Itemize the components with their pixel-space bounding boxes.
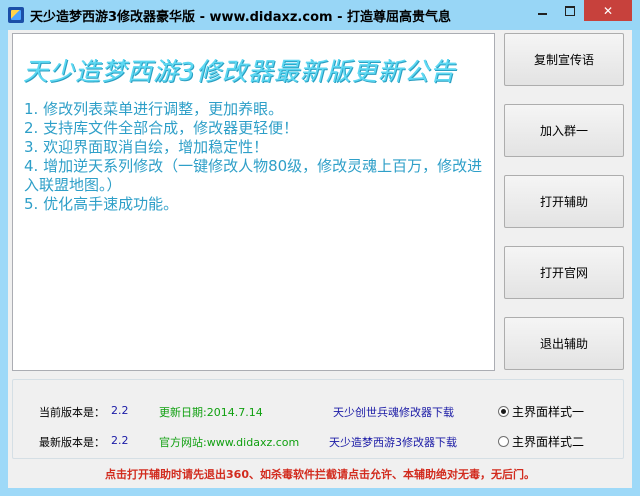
exit-helper-button[interactable]: 退出辅助 — [504, 317, 624, 370]
announcement-list: 1. 修改列表菜单进行调整，更加养眼。 2. 支持库文件全部合成，修改器更轻便！… — [24, 100, 488, 214]
maximize-icon — [565, 5, 575, 16]
join-group-button[interactable]: 加入群一 — [504, 104, 624, 157]
app-window: 天少造梦西游3修改器豪华版 - www.didaxz.com - 打造尊屈高贵气… — [0, 0, 640, 496]
style-option-2-label: 主界面样式二 — [512, 435, 585, 449]
style-option-2[interactable]: 主界面样式二 — [498, 433, 584, 450]
style-option-1[interactable]: 主界面样式一 — [498, 403, 584, 420]
announcement-item: 3. 欢迎界面取消自绘，增加稳定性！ — [24, 138, 269, 156]
version-info-panel: 当前版本是： 2.2 最新版本是： 2.2 更新日期:2014.7.14 官方网… — [12, 379, 624, 459]
footer-notice: 点击打开辅助时请先退出360、如杀毒软件拦截请点击允许、本辅助绝对无毒，无后门。 — [105, 468, 535, 481]
open-official-site-button[interactable]: 打开官网 — [504, 246, 624, 299]
announcement-headline: 天少造梦西游3修改器最新版更新公告 — [23, 57, 456, 86]
maximize-button[interactable] — [556, 0, 584, 21]
radio-checked-icon[interactable] — [498, 406, 509, 417]
download-link-xiyou3[interactable]: 天少造梦西游3修改器下载 — [329, 434, 457, 450]
announcement-item: 2. 支持库文件全部合成，修改器更轻便！ — [24, 119, 299, 137]
close-button[interactable]: ✕ — [584, 0, 632, 21]
announcement-item: 4. 增加逆天系列修改（一键修改人物80级，修改灵魂上百万，修改进入联盟地图。） — [24, 157, 483, 194]
client-area: 天少造梦西游3修改器最新版更新公告 1. 修改列表菜单进行调整，更加养眼。 2.… — [8, 30, 632, 488]
app-logo-icon — [8, 7, 24, 23]
window-title: 天少造梦西游3修改器豪华版 - www.didaxz.com - 打造尊屈高贵气… — [30, 10, 451, 25]
minimize-button[interactable] — [528, 0, 556, 21]
title-bar[interactable]: 天少造梦西游3修改器豪华版 - www.didaxz.com - 打造尊屈高贵气… — [0, 0, 640, 30]
current-version-label: 当前版本是： — [39, 406, 105, 419]
announcement-item: 5. 优化高手速成功能。 — [24, 195, 179, 213]
minimize-icon — [537, 12, 547, 15]
latest-version-label: 最新版本是： — [39, 436, 105, 449]
official-site-link[interactable]: 官方网站:www.didaxz.com — [159, 434, 299, 450]
open-helper-button[interactable]: 打开辅助 — [504, 175, 624, 228]
radio-unchecked-icon[interactable] — [498, 436, 509, 447]
style-option-1-label: 主界面样式一 — [512, 405, 585, 419]
close-icon: ✕ — [602, 3, 614, 18]
download-link-soul[interactable]: 天少创世兵魂修改器下载 — [333, 404, 454, 420]
announcement-box[interactable]: 天少造梦西游3修改器最新版更新公告 1. 修改列表菜单进行调整，更加养眼。 2.… — [12, 33, 495, 371]
copy-slogan-button[interactable]: 复制宣传语 — [504, 33, 624, 86]
current-version-value: 2.2 — [111, 404, 129, 417]
announcement-item: 1. 修改列表菜单进行调整，更加养眼。 — [24, 100, 284, 118]
latest-version-value: 2.2 — [111, 434, 129, 447]
update-date: 更新日期:2014.7.14 — [159, 406, 263, 419]
